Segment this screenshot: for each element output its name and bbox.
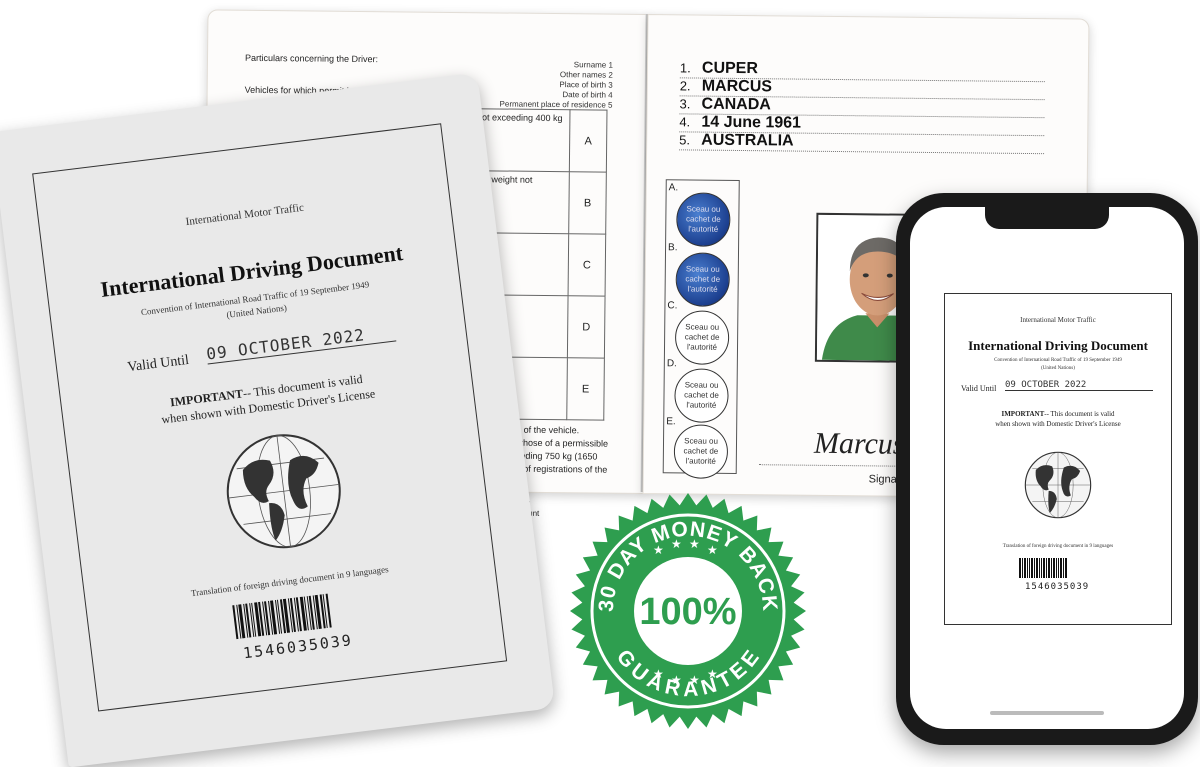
phone-valid-date: 09 OCTOBER 2022	[1005, 380, 1153, 391]
svg-text:★: ★	[689, 673, 700, 687]
phone-authority: International Motor Traffic	[1020, 316, 1096, 324]
phone-document-frame: International Motor Traffic Internationa…	[944, 293, 1172, 625]
home-indicator	[990, 711, 1104, 715]
authority-seal-globe: Sceau ou cachet de l'autorité	[675, 252, 731, 307]
important-rest: -- This document is valid	[1044, 410, 1115, 418]
cover-frame: International Motor Traffic Internationa…	[32, 123, 508, 712]
entry-number: 5.	[679, 132, 691, 148]
svg-text:★: ★	[671, 537, 682, 551]
authority-seal-globe: Sceau ou cachet de l'autorité	[676, 192, 731, 247]
phone-barcode-number: 1546035039	[1025, 582, 1090, 592]
globe-icon	[217, 424, 351, 558]
particulars-title: Particulars concerning the Driver:	[244, 52, 379, 65]
stamp-letter: C.	[667, 300, 678, 312]
booklet-cover: International Motor Traffic Internationa…	[0, 72, 556, 767]
badge-center: 100%	[639, 591, 736, 633]
guarantee-seal-icon: 100% 30 DAY MONEY BACK GUARANTEE ★ ★ ★ ★…	[570, 493, 806, 729]
stamp-letter: D.	[666, 358, 677, 370]
stamp-letter: E.	[666, 416, 676, 428]
phone-title: International Driving Document	[968, 338, 1148, 353]
phone-translation: Translation of foreign driving document …	[1002, 544, 1114, 549]
entry-value: AUSTRALIA	[701, 131, 794, 150]
stamp-letter: B.	[667, 242, 678, 254]
phone-valid-label: Valid Until	[961, 384, 997, 393]
valid-until-label: Valid Until	[126, 352, 190, 376]
class-letter: B	[568, 171, 607, 235]
svg-text:★: ★	[689, 537, 700, 551]
svg-text:★: ★	[707, 667, 718, 681]
smartphone: International Motor Traffic Internationa…	[896, 193, 1198, 745]
globe-icon	[1023, 450, 1093, 520]
svg-text:★: ★	[671, 673, 682, 687]
stamp-column: A. Sceau ou cachet de l'autorité B. Scea…	[662, 179, 740, 479]
authority-seal: Sceau ou cachet de l'autorité	[674, 368, 729, 423]
entry-value: CANADA	[701, 95, 771, 114]
entry-value: CUPER	[701, 59, 759, 78]
svg-text:★: ★	[653, 667, 664, 681]
valid-until-date: 09 OCTOBER 2022	[205, 321, 397, 365]
phone-important: IMPORTANT-- This document is valid	[945, 410, 1171, 418]
class-letter: A	[569, 109, 607, 173]
class-letter: E	[566, 357, 605, 421]
class-letter: C	[568, 233, 606, 297]
entry-number: 2.	[679, 78, 691, 94]
important-bold: IMPORTANT	[1001, 410, 1045, 418]
money-back-guarantee-badge: 100% 30 DAY MONEY BACK GUARANTEE ★ ★ ★ ★…	[567, 490, 809, 732]
entry-number: 3.	[679, 96, 691, 112]
entry-value: MARCUS	[701, 77, 773, 96]
entry-number: 1.	[679, 60, 691, 76]
cover-authority: International Motor Traffic	[185, 201, 305, 229]
stamp-letter: A.	[668, 182, 679, 194]
phone-barcode-image	[1019, 558, 1067, 578]
authority-seal: Sceau ou cachet de l'autorité	[673, 424, 729, 479]
entry-value: 14 June 1961	[701, 113, 802, 132]
class-letter: D	[567, 295, 606, 359]
barcode-image	[232, 593, 332, 640]
phone-screen: International Motor Traffic Internationa…	[910, 207, 1184, 729]
phone-notch	[985, 207, 1109, 229]
entry-number: 4.	[679, 114, 691, 130]
svg-text:★: ★	[707, 543, 718, 557]
authority-seal: Sceau ou cachet de l'autorité	[674, 310, 730, 365]
phone-convention: Convention of International Road Traffic…	[994, 358, 1122, 363]
svg-text:★: ★	[653, 543, 664, 557]
phone-important-line2: when shown with Domestic Driver's Licens…	[995, 420, 1121, 428]
phone-un: (United Nations)	[1041, 366, 1075, 371]
entry-residence: 5. AUSTRALIA	[679, 131, 1045, 155]
